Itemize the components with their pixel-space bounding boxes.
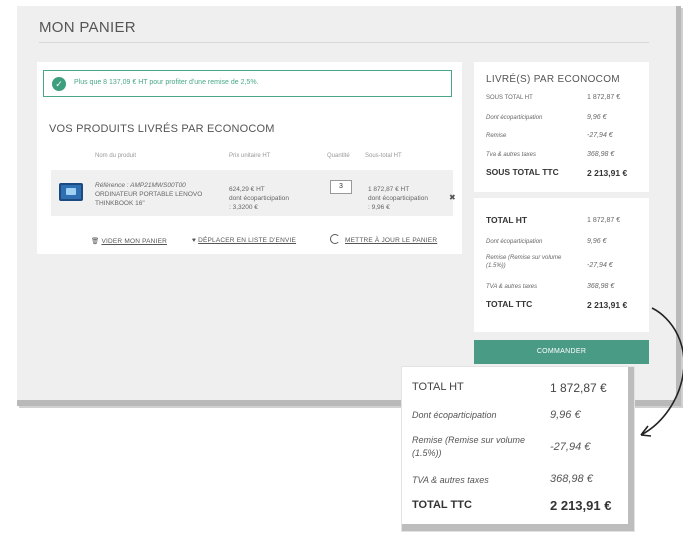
- update-cart-link[interactable]: METTRE À JOUR LE PANIER: [345, 237, 437, 244]
- zoom-total-ttc-label: TOTAL TTC: [412, 499, 472, 511]
- zoom-total-ht-label: TOTAL HT: [412, 381, 464, 393]
- total-eco-label: Dont écoparticipation: [486, 239, 543, 245]
- total-tax-label: TVA & autres taxes: [486, 284, 538, 290]
- check-icon: ✓: [52, 77, 66, 91]
- heart-icon: ♥: [192, 237, 197, 244]
- delivered-by-summary: LIVRÉ(S) PAR ECONOCOM SOUS TOTAL HT 1 87…: [474, 62, 649, 192]
- zoom-eco-value: 9,96 €: [550, 409, 581, 421]
- total-discount-value: -27,94 €: [587, 262, 613, 269]
- move-to-wishlist-link[interactable]: ♥ DÉPLACER EN LISTE D'ENVIE: [192, 237, 296, 244]
- quantity-input[interactable]: 3: [330, 180, 352, 194]
- empty-cart-link[interactable]: 🗑 VIDER MON PANIER: [91, 237, 167, 245]
- header-quantity: Quantité: [327, 153, 350, 159]
- subtotal-ht-label: SOUS TOTAL HT: [486, 95, 533, 101]
- empty-cart-label: VIDER MON PANIER: [101, 238, 168, 245]
- title-divider: [39, 42, 649, 43]
- trash-icon: 🗑: [91, 238, 100, 245]
- unit-price-eco-label: dont écoparticipation: [229, 195, 289, 202]
- discount-notice: ✓ Plus que 8 137,09 € HT pour profiter d…: [43, 70, 452, 97]
- wishlist-label: DÉPLACER EN LISTE D'ENVIE: [198, 237, 297, 244]
- unit-price-eco-value: : 3,3200 €: [229, 204, 258, 211]
- refresh-icon: [330, 234, 340, 244]
- zoom-total-ht-value: 1 872,87 €: [550, 381, 607, 395]
- header-subtotal: Sous-total HT: [365, 153, 402, 159]
- order-button[interactable]: COMMANDER: [474, 340, 649, 364]
- eco-label: Dont écoparticipation: [486, 115, 543, 121]
- zoom-total-ttc-value: 2 213,91 €: [550, 498, 612, 513]
- discount-label: Remise: [486, 133, 507, 139]
- zoom-tax-label: TVA & autres taxes: [412, 475, 489, 485]
- header-product-name: Nom du produit: [95, 153, 137, 159]
- tax-value: 368,98 €: [587, 151, 615, 158]
- totals-summary: TOTAL HT 1 872,87 € Dont écoparticipatio…: [474, 198, 649, 332]
- zoom-eco-label: Dont écoparticipation: [412, 410, 497, 420]
- subtotal-ttc-label: SOUS TOTAL TTC: [486, 167, 559, 177]
- header-unit-price: Prix unitaire HT: [229, 153, 271, 159]
- total-discount-label: Remise (Remise sur volume (1.5%)): [486, 255, 562, 269]
- tax-label: Tva & autres taxes: [486, 152, 537, 158]
- product-name-line2[interactable]: THINKBOOK 16": [95, 200, 145, 207]
- cart-screenshot: MON PANIER ✓ Plus que 8 137,09 € HT pour…: [17, 6, 681, 406]
- close-icon[interactable]: ✖: [449, 193, 456, 202]
- summary-title: LIVRÉ(S) PAR ECONOCOM: [486, 74, 620, 85]
- row-subtotal-eco-label: dont écoparticipation: [368, 195, 428, 202]
- laptop-thumbnail[interactable]: [59, 183, 83, 201]
- total-tax-value: 368,98 €: [587, 283, 615, 290]
- row-subtotal-value: 1 872,87 € HT: [368, 186, 410, 193]
- product-name-line1[interactable]: ORDINATEUR PORTABLE LENOVO: [95, 191, 202, 198]
- total-ttc-label: TOTAL TTC: [486, 299, 533, 309]
- products-section-title: VOS PRODUITS LIVRÉS PAR ECONOCOM: [49, 123, 275, 135]
- row-subtotal: 1 872,87 € HT dont écoparticipation : 9,…: [368, 185, 428, 212]
- stage: MON PANIER ✓ Plus que 8 137,09 € HT pour…: [0, 0, 683, 543]
- total-ht-value: 1 872,87 €: [587, 217, 621, 224]
- unit-price: 624,29 € HT dont écoparticipation : 3,32…: [229, 185, 289, 212]
- zoom-tax-value: 368,98 €: [550, 473, 593, 485]
- unit-price-value: 624,29 € HT: [229, 186, 265, 193]
- discount-value: -27,94 €: [587, 132, 613, 139]
- zoomed-totals-callout: TOTAL HT 1 872,87 € Dont écoparticipatio…: [402, 367, 634, 531]
- product-info: Référence : AMP21MWS00T00 ORDINATEUR POR…: [95, 181, 202, 208]
- subtotal-ttc-value: 2 213,91 €: [587, 168, 628, 178]
- total-eco-value: 9,96 €: [587, 238, 607, 245]
- update-cart-label: METTRE À JOUR LE PANIER: [345, 237, 438, 244]
- subtotal-ht-value: 1 872,87 €: [587, 94, 621, 101]
- product-reference: Référence : AMP21MWS00T00: [95, 182, 186, 189]
- total-ttc-value: 2 213,91 €: [587, 300, 628, 310]
- zoom-discount-label: Remise (Remise sur volume (1.5%)): [412, 435, 526, 458]
- page-title: MON PANIER: [39, 19, 136, 36]
- eco-value: 9,96 €: [587, 114, 607, 121]
- total-ht-label: TOTAL HT: [486, 215, 528, 225]
- zoom-discount-value: -27,94 €: [550, 441, 591, 453]
- notice-text: Plus que 8 137,09 € HT pour profiter d'u…: [74, 79, 259, 86]
- row-subtotal-eco-value: : 9,96 €: [368, 204, 390, 211]
- products-card: ✓ Plus que 8 137,09 € HT pour profiter d…: [37, 62, 462, 254]
